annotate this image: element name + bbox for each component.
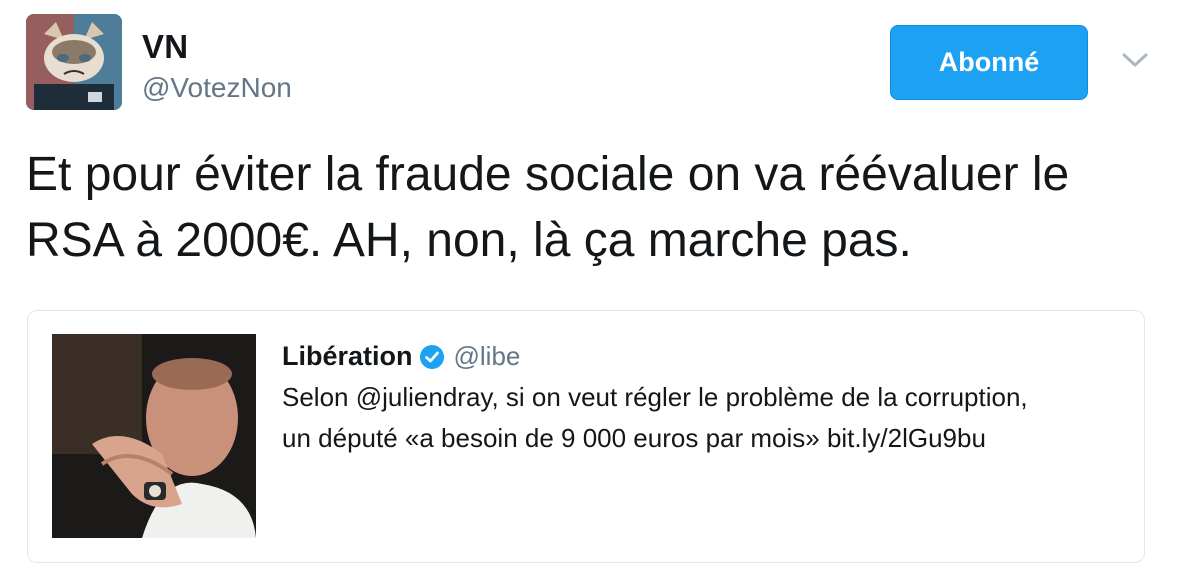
tweet-text: Et pour éviter la fraude sociale on va r… bbox=[26, 142, 1156, 274]
author-avatar[interactable] bbox=[26, 14, 122, 110]
man-portrait-image bbox=[52, 334, 256, 538]
verified-badge-icon bbox=[419, 344, 444, 369]
tweet-container: VN @VotezNon Abonné Et pour éviter la fr… bbox=[0, 0, 1180, 574]
following-button[interactable]: Abonné bbox=[890, 25, 1088, 100]
grumpy-cat-avatar-image bbox=[26, 14, 122, 110]
quoted-tweet-text-line: un député «a besoin de 9 000 euros par m… bbox=[282, 423, 986, 453]
quoted-tweet-header: Libération @libe bbox=[282, 341, 520, 372]
quoted-author-handle[interactable]: @libe bbox=[454, 341, 521, 372]
chevron-down-icon[interactable] bbox=[1120, 50, 1150, 72]
quoted-tweet-photo[interactable] bbox=[52, 334, 256, 538]
quoted-tweet-card[interactable]: Libération @libe Selon @juliendray, si o… bbox=[27, 310, 1145, 563]
quoted-tweet-text: Selon @juliendray, si on veut régler le … bbox=[282, 377, 1122, 459]
quoted-tweet-text-line: Selon @juliendray, si on veut régler le … bbox=[282, 382, 1028, 412]
tweet-text-line: RSA à 2000€. AH, non, là ça marche pas. bbox=[26, 214, 912, 267]
quoted-author-name[interactable]: Libération bbox=[282, 341, 413, 372]
tweet-text-line: Et pour éviter la fraude sociale on va r… bbox=[26, 148, 1070, 201]
author-display-name[interactable]: VN bbox=[142, 28, 188, 66]
author-handle[interactable]: @VotezNon bbox=[142, 72, 292, 104]
